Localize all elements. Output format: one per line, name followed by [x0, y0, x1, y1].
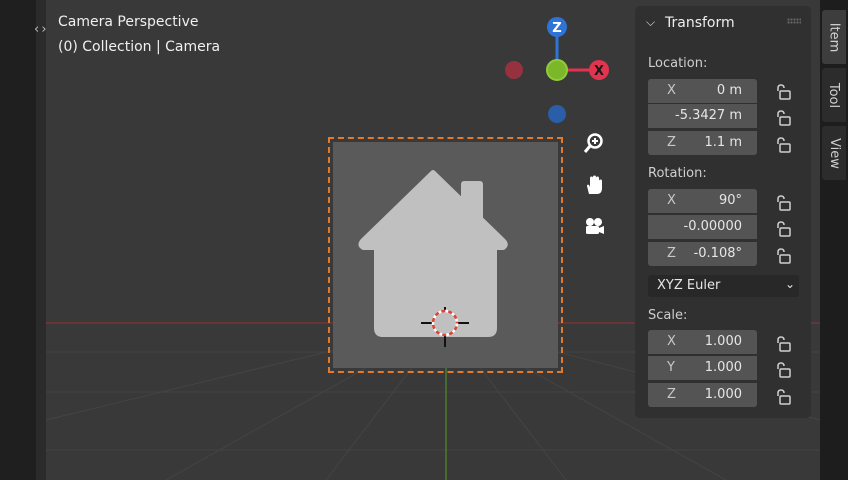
- left-region-edge: [36, 0, 46, 480]
- sidebar-properties-panel: ⌵ Transform Location: X0 m -5.3427 m Z 1.…: [635, 6, 811, 418]
- location-x-field[interactable]: X0 m: [648, 79, 757, 103]
- svg-text:Z: Z: [552, 21, 561, 36]
- zoom-icon[interactable]: [579, 128, 609, 158]
- gizmo-neg-z: [548, 105, 566, 123]
- tab-tool[interactable]: Tool: [822, 68, 846, 122]
- scale-y-field[interactable]: Y 1.000: [648, 356, 757, 380]
- lock-scale-z-icon[interactable]: [775, 389, 791, 405]
- drag-grip-icon[interactable]: [787, 18, 801, 24]
- scale-label: Scale:: [648, 308, 688, 323]
- sidebar-tabs: Item Tool View: [820, 0, 848, 480]
- location-label: Location:: [648, 56, 708, 71]
- scale-x-field[interactable]: X 1.000: [648, 330, 757, 354]
- transform-panel-title: Transform: [665, 15, 735, 31]
- svg-text:X: X: [594, 64, 604, 79]
- camera-view-area: [333, 142, 558, 368]
- tab-view[interactable]: View: [822, 126, 846, 180]
- camera-frame[interactable]: [328, 137, 563, 373]
- gizmo-y: [546, 59, 568, 81]
- lock-scale-y-icon[interactable]: [775, 362, 791, 378]
- chevron-down-icon: ⌄: [784, 277, 795, 291]
- view-name-label: Camera Perspective: [58, 14, 199, 30]
- left-toolbar-strip: [0, 0, 46, 480]
- location-y-field[interactable]: -5.3427 m: [648, 104, 757, 128]
- rotation-y-field[interactable]: -0.00000: [648, 215, 757, 239]
- rotation-z-field[interactable]: Z -0.108°: [648, 242, 757, 266]
- lock-location-z-icon[interactable]: [775, 137, 791, 153]
- navigation-gizmo[interactable]: X Z: [501, 15, 621, 135]
- location-z-field[interactable]: Z 1.1 m: [648, 131, 757, 155]
- lock-rotation-x-icon[interactable]: [775, 195, 791, 211]
- collection-camera-label: (0) Collection | Camera: [58, 39, 221, 55]
- rotation-label: Rotation:: [648, 166, 707, 181]
- gizmo-neg-x: [505, 61, 523, 79]
- lock-location-x-icon[interactable]: [775, 84, 791, 100]
- rotation-x-field[interactable]: X 90°: [648, 189, 757, 213]
- transform-panel-header[interactable]: ⌵ Transform: [635, 6, 811, 40]
- lock-location-y-icon[interactable]: [775, 110, 791, 126]
- lock-rotation-z-icon[interactable]: [775, 248, 791, 264]
- chevron-down-icon[interactable]: ⌵: [646, 15, 655, 30]
- lock-rotation-y-icon[interactable]: [775, 221, 791, 237]
- rotation-mode-dropdown[interactable]: XYZ Euler ⌄: [648, 275, 799, 297]
- tab-item[interactable]: Item: [822, 10, 846, 64]
- camera-view-icon[interactable]: [579, 212, 609, 242]
- lock-scale-x-icon[interactable]: [775, 336, 791, 352]
- collapse-arrows-icon[interactable]: ‹ ›: [34, 22, 46, 37]
- hand-pan-icon[interactable]: [579, 170, 609, 200]
- 3d-cursor-icon[interactable]: [419, 307, 471, 359]
- scale-z-field[interactable]: Z 1.000: [648, 383, 757, 407]
